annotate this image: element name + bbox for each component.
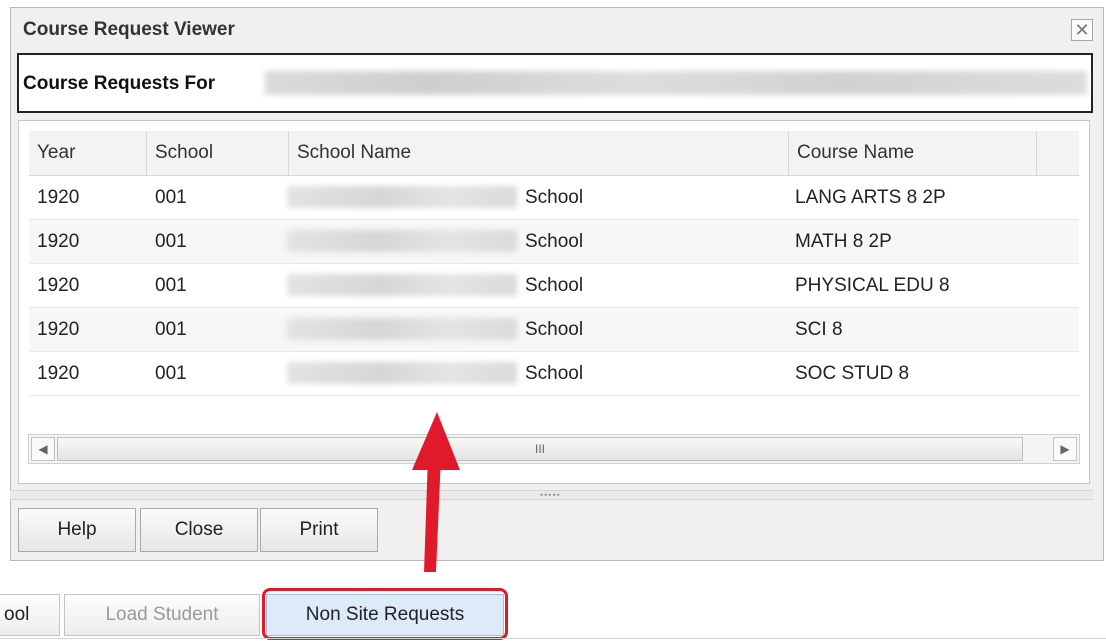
arrow-head [412, 412, 460, 470]
annotation-arrow [412, 412, 460, 572]
arrow-shaft [424, 456, 441, 572]
